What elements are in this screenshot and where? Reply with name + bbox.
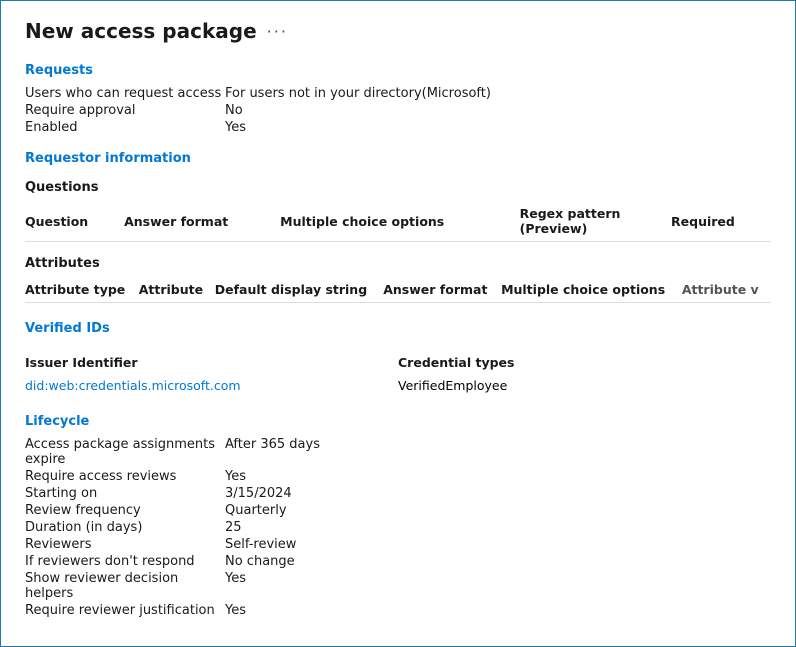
requests-info-grid: Users who can request access For users n… [25, 86, 771, 135]
col-multiple-choice: Multiple choice options [280, 201, 519, 242]
verified-ids-credential-value: VerifiedEmployee [398, 375, 771, 396]
attributes-subtitle: Attributes [25, 256, 771, 271]
verified-ids-section-title: Verified IDs [25, 321, 771, 336]
assignments-expire-value: After 365 days [225, 437, 771, 467]
verified-ids-credential-header: Credential types [398, 350, 771, 375]
users-request-label: Users who can request access [25, 86, 225, 101]
show-helpers-label: Show reviewer decision helpers [25, 571, 225, 601]
issuer-link[interactable]: did:web:credentials.microsoft.com [25, 378, 241, 393]
reviewers-value: Self-review [225, 537, 771, 552]
starting-on-label: Starting on [25, 486, 225, 501]
enabled-value: Yes [225, 120, 771, 135]
content-area: New access package ··· Requests Users wh… [1, 1, 795, 646]
requestor-info-section-title: Requestor information [25, 151, 771, 166]
reviewers-label: Reviewers [25, 537, 225, 552]
duration-value: 25 [225, 520, 771, 535]
col-question: Question [25, 201, 124, 242]
if-reviewers-value: No change [225, 554, 771, 569]
questions-subtitle: Questions [25, 180, 771, 195]
col-attr: Attribute [139, 277, 215, 303]
requests-section-title: Requests [25, 63, 771, 78]
col-attr-answer-format: Answer format [383, 277, 501, 303]
col-attr-multiple-choice: Multiple choice options [501, 277, 682, 303]
questions-header-row: Question Answer format Multiple choice o… [25, 201, 771, 242]
lifecycle-section-title: Lifecycle [25, 414, 771, 429]
if-reviewers-label: If reviewers don't respond [25, 554, 225, 569]
page-container: New access package ··· Requests Users wh… [0, 0, 796, 647]
lifecycle-info-grid: Access package assignments expire After … [25, 437, 771, 618]
require-access-reviews-value: Yes [225, 469, 771, 484]
col-answer-format: Answer format [124, 201, 280, 242]
col-regex: Regex pattern(Preview) [520, 201, 671, 242]
col-default-display: Default display string [215, 277, 383, 303]
verified-ids-grid: Issuer Identifier Credential types did:w… [25, 350, 771, 396]
require-justification-label: Require reviewer justification [25, 603, 225, 618]
review-frequency-value: Quarterly [225, 503, 771, 518]
require-justification-value: Yes [225, 603, 771, 618]
duration-label: Duration (in days) [25, 520, 225, 535]
col-required: Required [671, 201, 771, 242]
require-approval-label: Require approval [25, 103, 225, 118]
questions-table-container: Question Answer format Multiple choice o… [25, 201, 771, 242]
col-attr-type: Attribute type [25, 277, 139, 303]
review-frequency-label: Review frequency [25, 503, 225, 518]
attributes-table: Attribute type Attribute Default display… [25, 277, 771, 303]
verified-ids-section: Issuer Identifier Credential types did:w… [25, 350, 771, 396]
require-approval-value: No [225, 103, 771, 118]
users-request-value: For users not in your directory(Microsof… [225, 86, 771, 101]
attributes-header-row: Attribute type Attribute Default display… [25, 277, 771, 303]
page-title-row: New access package ··· [25, 19, 771, 43]
verified-ids-issuer-header: Issuer Identifier [25, 350, 398, 375]
col-attr-v: Attribute v [682, 277, 771, 303]
page-title: New access package [25, 19, 257, 43]
show-helpers-value: Yes [225, 571, 771, 601]
starting-on-value: 3/15/2024 [225, 486, 771, 501]
assignments-expire-label: Access package assignments expire [25, 437, 225, 467]
enabled-label: Enabled [25, 120, 225, 135]
require-access-reviews-label: Require access reviews [25, 469, 225, 484]
questions-table: Question Answer format Multiple choice o… [25, 201, 771, 242]
verified-ids-issuer-value: did:web:credentials.microsoft.com [25, 375, 398, 396]
ellipsis-menu-icon[interactable]: ··· [267, 22, 288, 41]
attributes-table-container: Attribute type Attribute Default display… [25, 277, 771, 303]
